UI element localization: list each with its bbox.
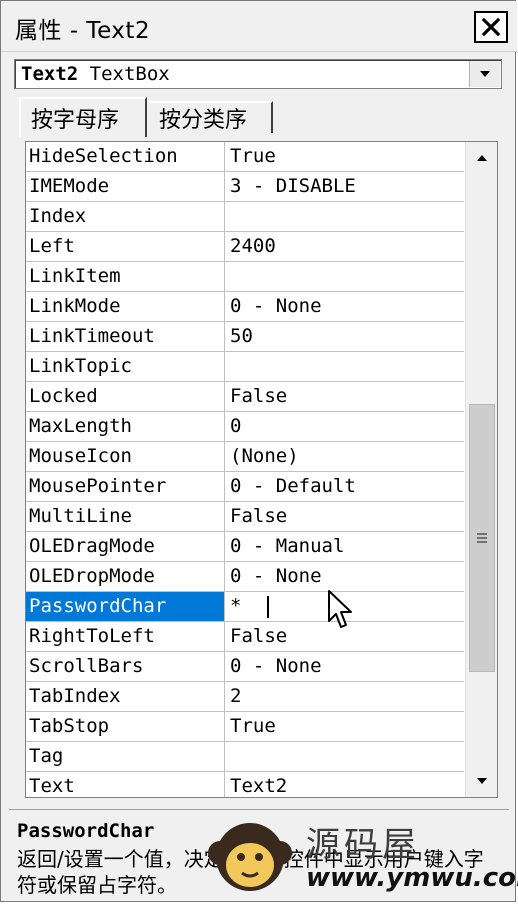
property-name[interactable]: IMEMode [26,172,225,201]
property-row[interactable]: MultiLine False [26,502,464,532]
property-row[interactable]: Index [26,202,464,232]
object-type: TextBox [89,63,170,85]
property-name[interactable]: Locked [26,382,225,411]
property-row[interactable]: LinkTopic [26,352,464,382]
property-name[interactable]: LinkMode [26,292,225,321]
watermark-url: www.ymwu.com [306,863,518,893]
close-button[interactable] [474,11,508,43]
property-row[interactable]: LinkMode 0 - None [26,292,464,322]
property-row[interactable]: MouseIcon (None) [26,442,464,472]
property-name[interactable]: MaxLength [26,412,225,441]
property-value[interactable]: 2400 [226,232,464,261]
property-name[interactable]: OLEDragMode [26,532,225,561]
dropdown-arrow-icon [480,71,490,77]
property-name[interactable]: OLEDropMode [26,562,225,591]
scroll-up-icon [477,155,487,161]
property-name[interactable]: Index [26,202,225,231]
watermark-cn: 源码屋 [306,825,420,865]
property-name[interactable]: LinkItem [26,262,225,291]
scroll-down-icon [477,778,487,784]
property-value[interactable]: 0 - Manual [226,532,464,561]
property-name[interactable]: PasswordChar [26,592,225,621]
scroll-down-button[interactable] [466,765,497,797]
property-name[interactable]: MousePointer [26,472,225,501]
property-value[interactable] [226,202,464,231]
property-value[interactable] [226,742,464,771]
property-name[interactable]: MouseIcon [26,442,225,471]
description-title: PasswordChar [17,820,155,842]
property-name[interactable]: MultiLine [26,502,225,531]
property-row[interactable]: LinkTimeout 50 [26,322,464,352]
object-selector-value: Text2 TextBox [21,63,170,85]
object-name: Text2 [21,63,79,85]
property-name[interactable]: TabStop [26,712,225,741]
tab-categorized[interactable]: 按分类序 [149,101,273,133]
property-value[interactable]: 0 - Default [226,472,464,501]
property-name[interactable]: LinkTopic [26,352,225,381]
property-value[interactable]: 0 - None [226,652,464,681]
property-row[interactable]: OLEDropMode 0 - None [26,562,464,592]
property-row[interactable]: Text Text2 [26,772,464,797]
property-row[interactable]: PasswordChar * [26,592,464,622]
property-value[interactable] [226,262,464,291]
property-value[interactable] [226,352,464,381]
property-value[interactable]: Text2 [226,772,464,797]
object-selector[interactable]: Text2 TextBox [14,59,502,89]
property-value[interactable]: 2 [226,682,464,711]
property-value[interactable]: 3 - DISABLE [226,172,464,201]
properties-window: 属性 - Text2 Text2 TextBox 按字母序 按分类序 HideS… [0,0,518,903]
property-value[interactable]: 0 [226,412,464,441]
property-value[interactable]: False [226,502,464,531]
property-row[interactable]: TabIndex 2 [26,682,464,712]
tab-categorized-label: 按分类序 [159,108,248,133]
property-name[interactable]: Left [26,232,225,261]
window-title: 属性 - Text2 [15,18,151,44]
property-row[interactable]: Left 2400 [26,232,464,262]
property-value[interactable]: 0 - None [226,292,464,321]
watermark: 源码屋 www.ymwu.com [206,813,518,903]
scroll-up-button[interactable] [466,142,497,174]
property-value[interactable]: True [226,712,464,741]
title-bar: 属性 - Text2 [1,1,517,52]
scroll-grip-icon [477,533,487,543]
mouse-pointer-icon [328,590,352,628]
property-row[interactable]: RightToLeft False [26,622,464,652]
property-name[interactable]: RightToLeft [26,622,225,651]
property-row[interactable]: Tag [26,742,464,772]
property-row[interactable]: HideSelection True [26,142,464,172]
property-row[interactable]: LinkItem [26,262,464,292]
property-row[interactable]: ScrollBars 0 - None [26,652,464,682]
property-name[interactable]: Text [26,772,225,797]
property-row[interactable]: MaxLength 0 [26,412,464,442]
property-value[interactable]: False [226,382,464,411]
tab-alphabetic-label: 按字母序 [31,108,120,133]
tab-alphabetic[interactable]: 按字母序 [19,97,147,137]
property-row[interactable]: OLEDragMode 0 - Manual [26,532,464,562]
scroll-thumb[interactable] [469,404,495,672]
close-icon [481,17,501,37]
text-caret [267,596,269,618]
property-value[interactable]: 50 [226,322,464,351]
property-name[interactable]: LinkTimeout [26,322,225,351]
property-grid: HideSelection True IMEMode 3 - DISABLE Index… [25,141,498,798]
property-row[interactable]: IMEMode 3 - DISABLE [26,172,464,202]
property-value[interactable]: True [226,142,464,171]
property-name[interactable]: TabIndex [26,682,225,711]
property-name[interactable]: HideSelection [26,142,225,171]
object-selector-dropdown-button[interactable] [469,61,500,87]
tab-strip: 按字母序 按分类序 [15,97,505,137]
property-value[interactable]: (None) [226,442,464,471]
vertical-scrollbar[interactable] [465,142,497,797]
property-row[interactable]: MousePointer 0 - Default [26,472,464,502]
property-row[interactable]: TabStop True [26,712,464,742]
monkey-logo [208,823,292,891]
property-value[interactable]: 0 - None [226,562,464,591]
property-name[interactable]: ScrollBars [26,652,225,681]
property-row[interactable]: Locked False [26,382,464,412]
property-name[interactable]: Tag [26,742,225,771]
